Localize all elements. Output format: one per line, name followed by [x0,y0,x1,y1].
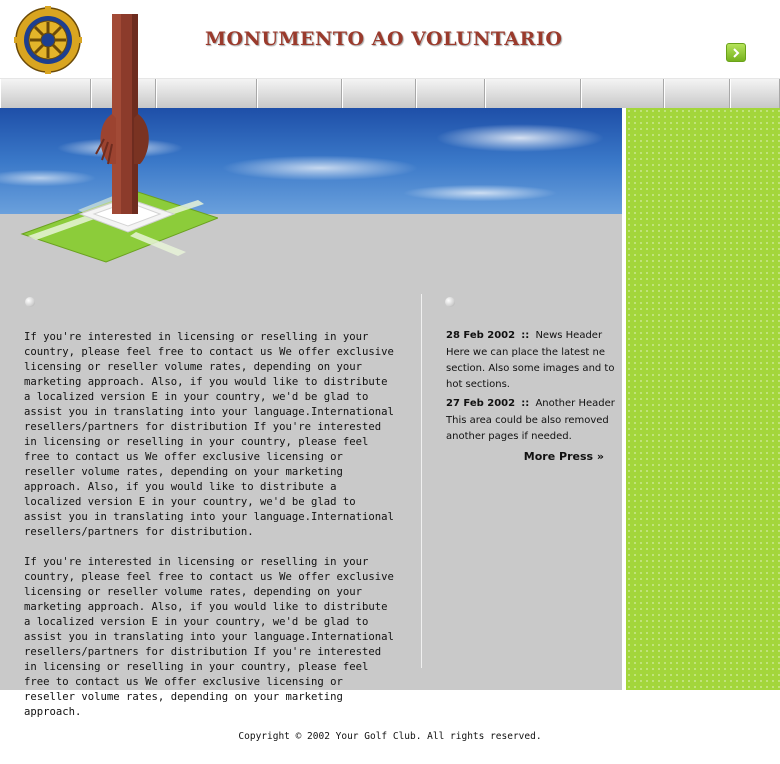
nav-tab[interactable] [342,79,416,109]
more-press-link[interactable]: More Press » [446,449,616,465]
news-heading: 28 Feb 2002 :: News Header [446,328,616,344]
nav-tab[interactable] [257,79,342,109]
section-bullet-icon [25,297,35,307]
paragraph: If you're interested in licensing or res… [24,331,394,538]
news-body: Here we can place the latest ne section.… [446,347,615,390]
main-text: If you're interested in licensing or res… [24,330,394,735]
news-heading: 27 Feb 2002 :: Another Header [446,396,616,412]
news-title[interactable]: Another Header [535,398,614,409]
news-separator: :: [521,398,530,409]
news-item: 27 Feb 2002 :: Another Header This area … [446,396,616,445]
news-date: 28 Feb 2002 [446,330,516,341]
news-date: 27 Feb 2002 [446,398,516,409]
nav-tab[interactable] [581,79,664,109]
green-sidebar [624,108,780,690]
chevron-right-icon [733,47,740,58]
news-title[interactable]: News Header [535,330,602,341]
next-button[interactable] [726,43,746,62]
site-title: MONUMENTO AO VOLUNTARIO [205,28,563,50]
nav-tab[interactable] [416,79,485,109]
paragraph: If you're interested in licensing or res… [24,556,394,718]
nav-tab[interactable] [664,79,730,109]
news-bullet-icon [445,297,455,307]
news-item: 28 Feb 2002 :: News Header Here we can p… [446,328,616,393]
column-divider [421,294,422,668]
news-separator: :: [521,330,530,341]
nav-tab[interactable] [485,79,581,109]
monument-image [20,14,218,263]
news-column: 28 Feb 2002 :: News Header Here we can p… [446,328,616,465]
footer-copyright: Copyright © 2002 Your Golf Club. All rig… [238,731,542,742]
nav-tab[interactable] [730,79,780,109]
news-body: This area could be also removed another … [446,415,609,442]
